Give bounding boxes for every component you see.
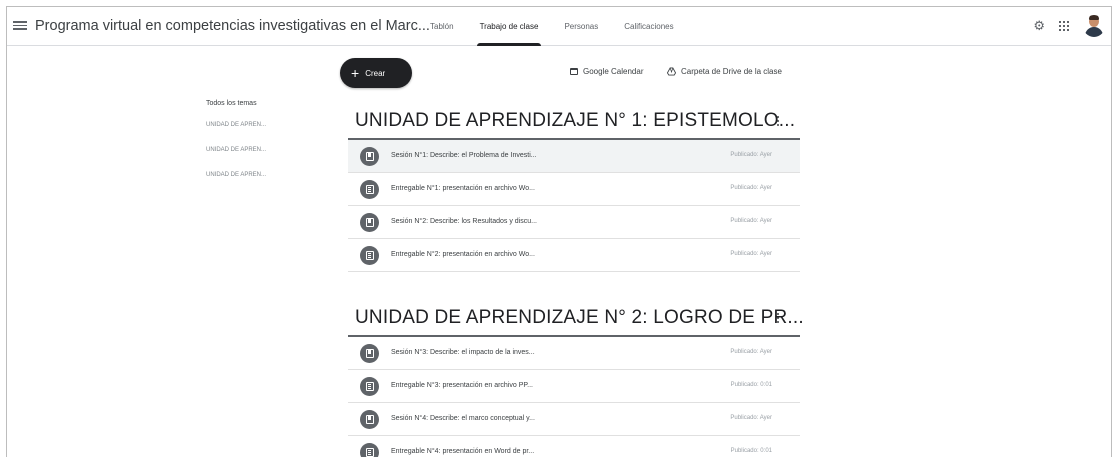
material-icon [360,147,379,166]
topic-section: UNIDAD DE APRENDIZAJE N° 1: EPISTEMOLO..… [348,102,800,272]
classwork-item[interactable]: Entregable N°1: presentación en archivo … [348,173,800,206]
item-title: Sesión N°1: Describe: el Problema de Inv… [391,152,537,159]
google-calendar-label: Google Calendar [583,67,644,76]
tab-personas[interactable]: Personas [551,7,611,46]
topics-sidebar: Todos los temas UNIDAD DE APREN... UNIDA… [206,100,266,197]
material-icon [360,213,379,232]
classwork-item[interactable]: Sesión N°4: Describe: el marco conceptua… [348,403,800,436]
item-date: Publicado: 0:01 [730,382,772,388]
google-calendar-link[interactable]: Google Calendar [570,67,643,76]
create-button[interactable]: + Crear [340,58,412,88]
topic-item[interactable]: UNIDAD DE APREN... [206,172,266,178]
item-title: Entregable N°2: presentación en archivo … [391,251,535,258]
classwork-item[interactable]: Entregable N°4: presentación en Word de … [348,436,800,457]
tab-tablon[interactable]: Tablón [417,7,467,46]
classwork-item[interactable]: Entregable N°3: presentación en archivo … [348,370,800,403]
item-date: Publicado: Ayer [730,349,772,355]
material-icon [360,344,379,363]
classwork-item[interactable]: Sesión N°3: Describe: el impacto de la i… [348,337,800,370]
more-options-icon[interactable] [773,311,783,325]
topic-all[interactable]: Todos los temas [206,100,266,107]
classwork-item[interactable]: Sesión N°1: Describe: el Problema de Inv… [348,140,800,173]
classwork-item[interactable]: Entregable N°2: presentación en archivo … [348,239,800,272]
top-bar: Programa virtual en competencias investi… [7,7,1111,46]
assignment-icon [360,377,379,396]
item-title: Entregable N°3: presentación en archivo … [391,382,533,389]
drive-icon [667,67,676,76]
item-date: Publicado: Ayer [730,152,772,158]
avatar[interactable] [1083,15,1105,37]
menu-icon[interactable] [13,19,27,33]
topic-item[interactable]: UNIDAD DE APREN... [206,147,266,153]
item-title: Entregable N°1: presentación en archivo … [391,185,535,192]
item-date: Publicado: Ayer [730,251,772,257]
top-icons: ⚙ [1033,15,1105,37]
apps-grid-icon[interactable] [1059,21,1069,31]
assignment-icon [360,246,379,265]
section-header: UNIDAD DE APRENDIZAJE N° 2: LOGRO DE PR.… [348,299,804,335]
classroom-window: Programa virtual en competencias investi… [6,6,1112,457]
topic-section: UNIDAD DE APRENDIZAJE N° 2: LOGRO DE PR.… [348,299,804,457]
item-date: Publicado: Ayer [730,185,772,191]
tab-trabajo-de-clase[interactable]: Trabajo de clase [467,7,552,46]
tab-bar: Tablón Trabajo de clase Personas Calific… [417,7,687,46]
calendar-icon [570,68,578,75]
item-date: Publicado: Ayer [730,415,772,421]
drive-folder-link[interactable]: Carpeta de Drive de la clase [667,67,782,76]
class-title[interactable]: Programa virtual en competencias investi… [35,18,430,34]
drive-folder-label: Carpeta de Drive de la clase [681,67,782,76]
classwork-item[interactable]: Sesión N°2: Describe: los Resultados y d… [348,206,800,239]
tab-calificaciones[interactable]: Calificaciones [611,7,686,46]
section-title[interactable]: UNIDAD DE APRENDIZAJE N° 1: EPISTEMOLO..… [355,110,795,132]
section-header: UNIDAD DE APRENDIZAJE N° 1: EPISTEMOLO..… [348,102,800,138]
create-button-label: Crear [365,68,386,78]
item-title: Sesión N°3: Describe: el impacto de la i… [391,349,535,356]
material-icon [360,410,379,429]
assignment-icon [360,180,379,199]
plus-icon: + [351,65,360,81]
item-title: Entregable N°4: presentación en Word de … [391,448,535,455]
assignment-icon [360,443,379,457]
settings-icon[interactable]: ⚙ [1033,18,1045,34]
topic-item[interactable]: UNIDAD DE APREN... [206,122,266,128]
item-title: Sesión N°2: Describe: los Resultados y d… [391,218,537,225]
item-date: Publicado: Ayer [730,218,772,224]
more-options-icon[interactable] [773,114,783,128]
section-title[interactable]: UNIDAD DE APRENDIZAJE N° 2: LOGRO DE PR.… [355,307,804,329]
item-date: Publicado: 0:01 [730,448,772,454]
item-title: Sesión N°4: Describe: el marco conceptua… [391,415,535,422]
